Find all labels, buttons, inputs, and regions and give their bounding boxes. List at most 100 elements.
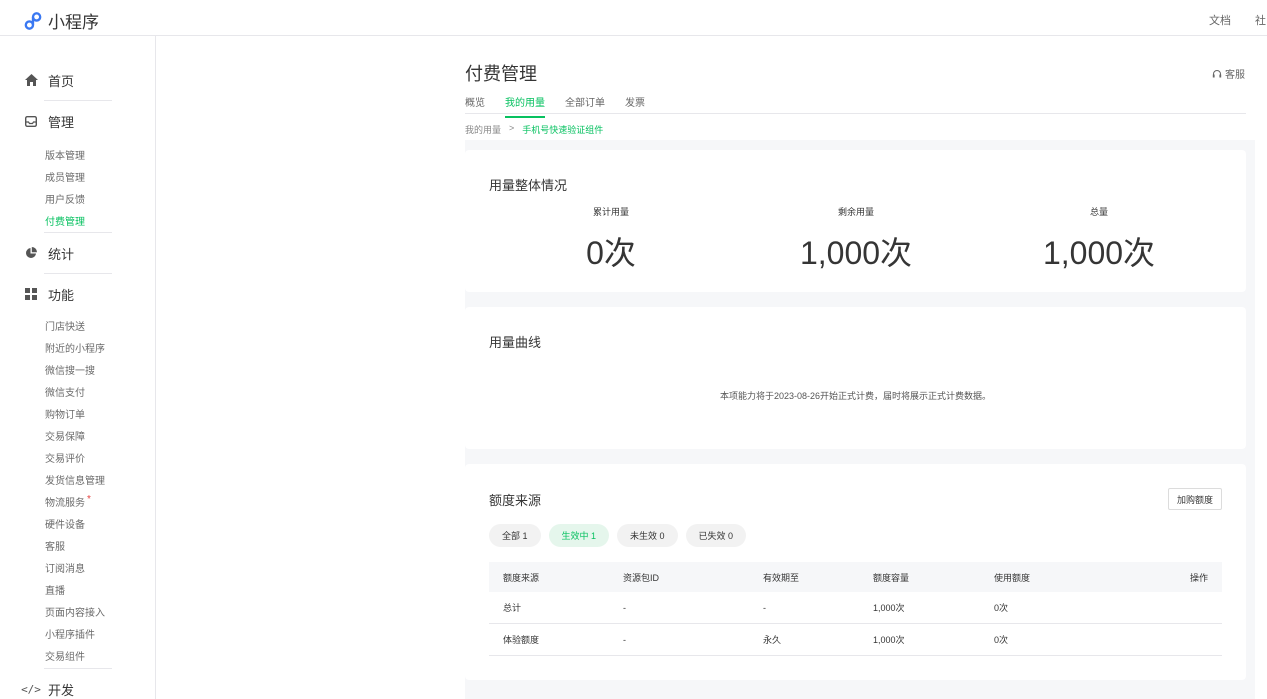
tab-my-usage[interactable]: 我的用量 <box>505 94 545 118</box>
sidebar-item-home[interactable]: 首页 <box>0 60 156 100</box>
docs-link[interactable]: 文档 <box>1209 12 1231 28</box>
tabs-underline <box>465 113 1246 114</box>
column-header: 使用额度 <box>994 572 1031 583</box>
column-header: 操作 <box>1189 572 1208 583</box>
stat-value: 1,000次 <box>799 235 913 271</box>
table-row: 总计 - - 1,000次 0次 <box>489 592 1222 624</box>
headset-icon <box>1212 69 1222 77</box>
table-cell: 1,000次 <box>873 603 905 613</box>
stat-total: 总量 1,000次 <box>999 205 1199 274</box>
new-badge: * <box>87 494 91 505</box>
sidebar-item-label: 管理 <box>48 114 75 130</box>
sidebar: 首页 管理 版本管理 成员管理 用户反馈 付费管理 统计 功能 门店快送 附近的… <box>0 36 156 699</box>
sidebar-subitem[interactable]: 购物订单 <box>45 406 85 421</box>
sidebar-item-label: 统计 <box>48 246 75 262</box>
top-bar: 小程序 文档 社区 <box>0 0 1267 36</box>
sidebar-subitem[interactable]: 微信支付 <box>45 384 85 399</box>
app-title: 小程序 <box>48 13 99 32</box>
community-link[interactable]: 社区 <box>1255 12 1267 28</box>
pie-chart-icon <box>24 246 38 260</box>
table-cell: 1,000次 <box>873 635 905 645</box>
stat-remaining: 剩余用量 1,000次 <box>756 205 956 274</box>
usage-curve-card: 用量曲线 本项能力将于2023-08-26开始正式计费，届时将展示正式计费数据。 <box>465 307 1246 449</box>
sidebar-item-manage[interactable]: 管理 <box>0 101 156 141</box>
table-cell: 0次 <box>994 603 1009 613</box>
sidebar-subitem[interactable]: 订阅消息 <box>45 560 85 575</box>
column-header: 额度容量 <box>873 572 910 583</box>
sidebar-subitem[interactable]: 发货信息管理 <box>45 472 105 487</box>
table-cell: 永久 <box>763 635 782 645</box>
filter-pending[interactable]: 未生效 0 <box>617 524 678 547</box>
sidebar-subitem[interactable]: 直播 <box>45 582 65 597</box>
status-filters: 全部 1 生效中 1 未生效 0 已失效 0 <box>489 524 747 547</box>
filter-all[interactable]: 全部 1 <box>489 524 541 547</box>
sidebar-item-stats[interactable]: 统计 <box>0 233 156 273</box>
sidebar-item-label: 首页 <box>48 73 75 89</box>
sidebar-subitem[interactable]: 交易保障 <box>45 428 85 443</box>
buy-quota-button[interactable]: 加购额度 <box>1168 488 1222 510</box>
stat-label: 总量 <box>1089 207 1108 217</box>
filter-expired[interactable]: 已失效 0 <box>685 524 747 547</box>
sidebar-subitem-logistics[interactable]: 物流服务 * <box>45 494 91 509</box>
code-icon: </> <box>21 682 41 696</box>
sidebar-subitem-version[interactable]: 版本管理 <box>45 147 85 162</box>
miniprogram-logo-icon <box>24 11 42 30</box>
sidebar-subitem-payment[interactable]: 付费管理 <box>45 213 85 228</box>
billing-notice: 本项能力将于2023-08-26开始正式计费，届时将展示正式计费数据。 <box>719 391 992 401</box>
home-icon <box>24 73 38 87</box>
top-links: 文档 社区 <box>1209 12 1267 28</box>
card-title: 用量整体情况 <box>489 178 568 193</box>
sidebar-subitem[interactable]: 门店快送 <box>45 318 85 333</box>
table-row: 体验额度 - 永久 1,000次 0次 <box>489 624 1222 656</box>
breadcrumb-current: 手机号快速验证组件 <box>522 125 604 135</box>
sidebar-subitem[interactable]: 交易评价 <box>45 450 85 465</box>
breadcrumb: 我的用量 > 手机号快速验证组件 <box>465 123 603 136</box>
stat-cumulative: 累计用量 0次 <box>511 205 711 274</box>
column-header: 资源包ID <box>623 572 660 583</box>
sidebar-subitem[interactable]: 微信搜一搜 <box>45 362 95 377</box>
card-title: 额度来源 <box>489 493 542 508</box>
sidebar-subitem[interactable]: 附近的小程序 <box>45 340 105 355</box>
stat-value: 1,000次 <box>1042 235 1156 271</box>
usage-overview-card: 用量整体情况 累计用量 0次 剩余用量 1,000次 总量 1,000次 <box>465 150 1246 292</box>
sidebar-item-features[interactable]: 功能 <box>0 274 156 314</box>
sidebar-subitem-label: 物流服务 <box>45 498 85 509</box>
inbox-icon <box>24 114 38 128</box>
sidebar-subitem-members[interactable]: 成员管理 <box>45 169 85 184</box>
tab-invoice[interactable]: 发票 <box>625 94 645 118</box>
table-cell: - <box>623 602 626 613</box>
quota-table: 额度来源 资源包ID 有效期至 额度容量 使用额度 操作 总计 - - 1,00… <box>489 562 1222 656</box>
page-title: 付费管理 <box>465 64 537 84</box>
sidebar-subitem[interactable]: 小程序插件 <box>45 626 95 641</box>
tab-overview[interactable]: 概览 <box>465 94 485 118</box>
sidebar-item-dev[interactable]: </> 开发 <box>0 669 156 699</box>
service-label: 客服 <box>1225 70 1245 81</box>
sidebar-subitem[interactable]: 页面内容接入 <box>45 604 105 619</box>
table-cell: - <box>763 602 766 613</box>
sidebar-item-label: 开发 <box>48 682 75 698</box>
tab-all-orders[interactable]: 全部订单 <box>565 94 605 118</box>
table-cell: 总计 <box>503 603 522 613</box>
quota-source-card: 额度来源 加购额度 全部 1 生效中 1 未生效 0 已失效 0 额度来源 资源… <box>465 464 1246 680</box>
filter-active[interactable]: 生效中 1 <box>548 524 610 547</box>
column-header: 额度来源 <box>503 572 540 583</box>
breadcrumb-parent[interactable]: 我的用量 <box>465 123 501 136</box>
logo[interactable]: 小程序 <box>24 8 99 33</box>
sidebar-subitem[interactable]: 交易组件 <box>45 648 85 663</box>
customer-service-link[interactable]: 客服 <box>1212 66 1245 81</box>
sidebar-subitem[interactable]: 硬件设备 <box>45 516 85 531</box>
stat-value: 0次 <box>586 235 636 271</box>
stat-label: 剩余用量 <box>837 207 874 217</box>
table-cell: - <box>623 634 626 645</box>
card-title: 用量曲线 <box>489 335 542 350</box>
tab-bar: 概览 我的用量 全部订单 发票 <box>465 94 645 118</box>
sidebar-item-label: 功能 <box>48 287 75 303</box>
table-header: 额度来源 资源包ID 有效期至 额度容量 使用额度 操作 <box>489 562 1222 592</box>
breadcrumb-separator: > <box>509 123 515 133</box>
sidebar-subitem[interactable]: 客服 <box>45 538 65 553</box>
sidebar-subitem-feedback[interactable]: 用户反馈 <box>45 191 85 206</box>
stat-label: 累计用量 <box>592 207 629 217</box>
table-cell: 0次 <box>994 635 1009 645</box>
table-cell: 体验额度 <box>503 635 540 645</box>
grid-icon <box>24 287 38 301</box>
